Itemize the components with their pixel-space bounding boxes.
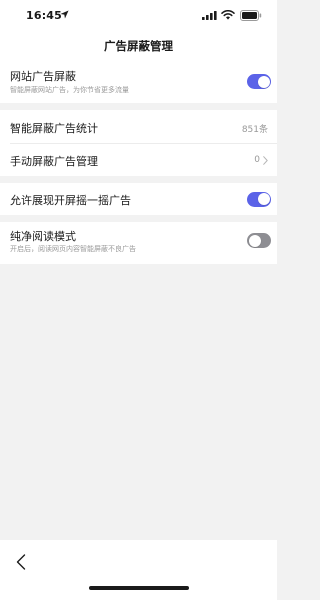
battery-icon <box>240 10 262 21</box>
settings-group-pure-reading: 纯净阅读模式 开启后，阅读网页内容智能屏蔽不良广告 <box>0 222 277 264</box>
smart-block-stats-value: 851条 <box>241 125 268 135</box>
toggle-knob <box>248 234 261 247</box>
page-title: 广告屏蔽管理 <box>104 39 173 53</box>
allow-shake-ads-row[interactable]: 允许展现开屏摇一摇广告 <box>0 183 277 215</box>
nav-bar: 广告屏蔽管理 <box>0 30 277 60</box>
pure-reading-subtitle: 开启后，阅读网页内容智能屏蔽不良广告 <box>10 245 136 253</box>
manual-block-manage-title: 手动屏蔽广告管理 <box>10 155 98 168</box>
status-bar: 16:45 <box>0 0 277 30</box>
status-time: 16:45 <box>26 9 63 22</box>
home-indicator <box>89 586 189 590</box>
website-ad-block-toggle[interactable] <box>247 74 271 89</box>
wifi-icon <box>221 10 235 20</box>
toggle-knob <box>257 193 270 205</box>
settings-group-block-stats: 智能屏蔽广告统计 851条 手动屏蔽广告管理 0 <box>0 110 277 176</box>
website-ad-block-subtitle: 智能屏蔽网站广告，为你节省更多流量 <box>10 86 129 94</box>
bottom-toolbar <box>0 540 277 600</box>
pure-reading-toggle[interactable] <box>247 233 271 248</box>
chevron-right-icon <box>263 155 268 165</box>
settings-group-website-ad-block: 网站广告屏蔽 智能屏蔽网站广告，为你节省更多流量 <box>0 60 277 103</box>
allow-shake-ads-toggle[interactable] <box>247 191 271 207</box>
smart-block-stats-row[interactable]: 智能屏蔽广告统计 851条 <box>0 110 277 143</box>
settings-group-shake-ads: 允许展现开屏摇一摇广告 <box>0 183 277 215</box>
manual-block-manage-value: 0 <box>254 155 260 165</box>
allow-shake-ads-title: 允许展现开屏摇一摇广告 <box>10 194 131 207</box>
location-arrow-icon <box>60 10 69 19</box>
manual-block-manage-row[interactable]: 手动屏蔽广告管理 0 <box>0 144 277 176</box>
chevron-left-icon[interactable] <box>16 554 26 570</box>
pure-reading-row[interactable]: 纯净阅读模式 开启后，阅读网页内容智能屏蔽不良广告 <box>0 222 277 264</box>
smart-block-stats-title: 智能屏蔽广告统计 <box>10 122 98 135</box>
pure-reading-title: 纯净阅读模式 <box>10 230 76 243</box>
website-ad-block-title: 网站广告屏蔽 <box>10 70 76 83</box>
signal-icon <box>202 11 217 20</box>
toggle-knob <box>257 75 270 88</box>
website-ad-block-row[interactable]: 网站广告屏蔽 智能屏蔽网站广告，为你节省更多流量 <box>0 60 277 103</box>
